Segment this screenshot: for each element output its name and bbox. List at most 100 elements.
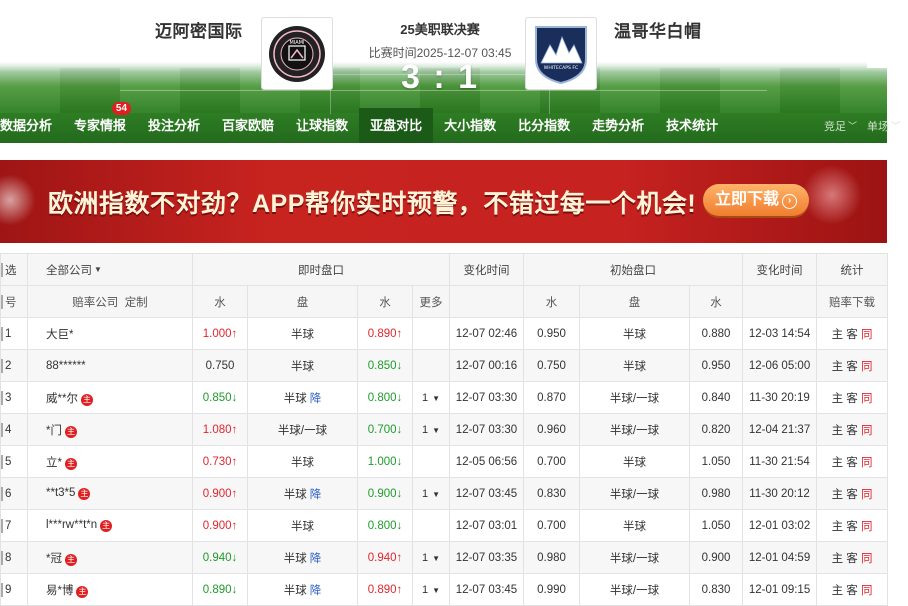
company-filter-dropdown[interactable]: 全部公司 ▼ [46,262,102,278]
asian-odds-table: 选 全部公司 ▼ 即时盘口 变化时间 初始盘口 变化时间 统计 号 赔率公司 定制… [0,253,889,606]
drop-indicator: 降 [309,584,322,597]
company-cell[interactable]: *冠主 [27,541,193,574]
away-stats-link[interactable]: 客 [846,457,858,469]
nav-item-over-under[interactable]: 大小指数 [433,108,507,143]
company-cell[interactable]: **t3*5 主 [27,477,193,510]
same-odds-link[interactable]: 同 [861,585,873,597]
initial-water1: 0.990 [523,573,580,606]
customize-link[interactable]: 定制 [125,297,148,309]
home-stats-link[interactable]: 主 [832,521,844,533]
away-stats-link[interactable]: 客 [846,329,858,341]
same-odds-link[interactable]: 同 [861,329,873,341]
home-stats-link[interactable]: 主 [832,425,844,437]
same-odds-link[interactable]: 同 [861,393,873,405]
away-stats-link[interactable]: 客 [846,489,858,501]
chevron-down-icon: ﹀ [890,121,900,131]
live-change-time: 12-05 06:56 [449,445,524,478]
live-water2: 0.890↑ [357,317,413,350]
away-stats-link[interactable]: 客 [846,553,858,565]
inter-miami-crest-icon: MIAMI [269,25,325,82]
download-button[interactable]: 立即下载 › [703,184,809,216]
live-handicap-cell: 半球 [247,349,358,382]
company-cell[interactable]: 大巨* [27,317,193,350]
more-count: 1 [421,391,429,404]
nav-item-data-analysis[interactable]: 数据分析 [0,108,63,143]
odds-download-header[interactable]: 赔率下载 [816,285,889,318]
more-dropdown[interactable]: 1 ▼ [422,392,440,404]
live-handicap: 半球 [291,520,314,533]
away-team-logo[interactable]: WHITECAPS FC [525,17,597,90]
more-dropdown[interactable]: 1 ▼ [422,584,440,596]
more-dropdown[interactable]: 1 ▼ [422,424,440,436]
live-change-time: 12-07 03:45 [449,573,524,606]
app-promo-banner[interactable]: 欧洲指数不对劲？APP帮你实时预警，不错过每一个机会! 立即下载 › [0,160,887,243]
table-row: 8 *冠主 0.940↓ 半球降 0.940↑ 1 ▼ 12-07 03:35 0.980 半球/… [0,541,889,574]
arrow-right-icon: › [782,194,797,209]
company-cell[interactable]: 立* 主 [27,445,193,478]
initial-change-time: 11-30 20:12 [742,477,818,510]
home-stats-link[interactable]: 主 [832,553,844,565]
same-odds-link[interactable]: 同 [861,425,873,437]
same-odds-link[interactable]: 同 [861,457,873,469]
row-number: 1 [0,317,28,350]
home-stats-link[interactable]: 主 [832,457,844,469]
home-stats-link[interactable]: 主 [832,489,844,501]
nav-item-bet-analysis[interactable]: 投注分析 [137,108,211,143]
away-stats-link[interactable]: 客 [846,425,858,437]
initial-change-time: 12-04 21:37 [742,413,818,446]
drop-indicator: 降 [309,392,322,405]
away-stats-link[interactable]: 客 [846,521,858,533]
away-stats-link[interactable]: 客 [846,393,858,405]
row-number: 9 [0,573,28,606]
nav-item-expert-info[interactable]: 专家情报 54 [63,102,137,143]
nav-item-trend[interactable]: 走势分析 [581,108,655,143]
company-cell[interactable]: *门主 [27,413,193,446]
more-cell: 1 ▼ [412,541,450,574]
nav-item-asian-compare[interactable]: 亚盘对比 [359,108,434,143]
live-water2: 0.940↑ [357,541,413,574]
company-cell[interactable]: 易*博主 [27,573,193,606]
more-dropdown[interactable]: 1 ▼ [422,488,440,500]
home-team-logo[interactable]: MIAMI [261,17,333,90]
home-team-name[interactable]: 迈阿密国际 [155,17,243,42]
live-water2: 0.700↓ [357,413,413,446]
single-dropdown[interactable]: 单场 ﹀ [867,118,900,134]
company-cell[interactable]: 威**尔主 [27,381,193,414]
away-stats-link[interactable]: 客 [846,585,858,597]
more-dropdown[interactable]: 1 ▼ [422,552,440,564]
initial-water2: 0.950 [688,349,744,382]
same-odds-link[interactable]: 同 [861,553,873,565]
single-dropdown-label: 单场 [866,120,889,133]
company-cell[interactable]: l***rw**t*n 主 [27,509,193,542]
nav-item-tech-stats[interactable]: 技术统计 [655,108,729,143]
live-water1: 0.890↓ [192,573,248,606]
home-logo-text: MIAMI [290,40,305,46]
drop-indicator: 降 [309,488,322,501]
away-team-name[interactable]: 温哥华白帽 [614,17,702,42]
live-handicap-cell: 半球降 [247,381,358,414]
initial-handicap: 半球 [579,317,690,350]
home-stats-link[interactable]: 主 [832,329,844,341]
same-odds-link[interactable]: 同 [861,521,873,533]
initial-water1-header: 水 [523,285,580,318]
nav-item-europe-odds[interactable]: 百家欧赔 [211,108,285,143]
company-cell[interactable]: 88****** [27,349,193,382]
change-time-header: 变化时间 [449,253,524,286]
nav-item-handicap-index[interactable]: 让球指数 [285,108,359,143]
initial-water2: 0.980 [688,477,744,510]
home-stats-link[interactable]: 主 [832,361,844,373]
home-stats-link[interactable]: 主 [832,393,844,405]
caret-down-icon: ▼ [432,425,441,435]
main-badge-icon: 主 [64,425,77,438]
same-odds-link[interactable]: 同 [861,361,873,373]
same-odds-link[interactable]: 同 [861,489,873,501]
table-row: 3 威**尔主 0.850↓ 半球降 0.800↓ 1 ▼ 12-07 03:30 0.870 半… [0,381,889,414]
home-stats-link[interactable]: 主 [832,585,844,597]
lottery-dropdown[interactable]: 竞足 ﹀ [824,118,857,134]
away-stats-link[interactable]: 客 [846,361,858,373]
main-badge-icon: 主 [78,488,91,500]
initial-handicap: 半球 [579,509,690,542]
row-number: 6 [0,477,28,510]
live-odds-header: 即时盘口 [192,253,450,286]
nav-item-score-index[interactable]: 比分指数 [507,108,581,143]
